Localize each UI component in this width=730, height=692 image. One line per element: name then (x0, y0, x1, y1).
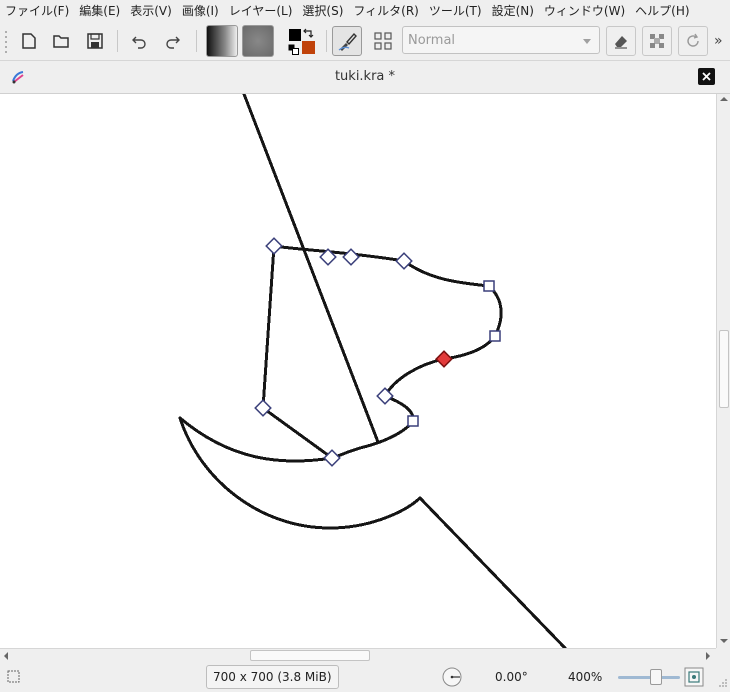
save-icon (87, 33, 103, 49)
eraser-mode-button[interactable] (606, 26, 636, 56)
pattern-selector[interactable] (242, 25, 274, 57)
vertical-scrollbar[interactable] (716, 94, 730, 648)
menu-edit[interactable]: 編集(E) (74, 0, 125, 22)
toolbar-grip-icon (5, 31, 7, 53)
open-document-button[interactable] (46, 26, 76, 56)
menu-tools[interactable]: ツール(T) (424, 0, 487, 22)
horizontal-scroll-thumb[interactable] (250, 650, 370, 661)
horizontal-scrollbar[interactable] (0, 648, 716, 662)
statusbar: 700 x 700 (3.8 MiB) 0.00° 400% (0, 662, 730, 692)
toolbar-separator (117, 30, 118, 52)
grid-settings-icon (374, 32, 392, 50)
toolbar-overflow-button[interactable]: » (714, 33, 723, 49)
path-node[interactable] (265, 237, 283, 255)
scroll-left-icon[interactable] (3, 652, 9, 660)
path-node-selected[interactable] (435, 350, 453, 368)
menu-help[interactable]: ヘルプ(H) (630, 0, 694, 22)
close-document-button[interactable] (698, 68, 715, 85)
brush-preset-button[interactable] (332, 26, 362, 56)
ink-stroke (402, 259, 491, 288)
path-node[interactable] (489, 330, 501, 342)
ink-stroke (442, 334, 497, 361)
reload-icon (687, 33, 699, 47)
save-button[interactable] (80, 26, 110, 56)
path-node[interactable] (342, 248, 360, 266)
background-color-swatch[interactable] (302, 41, 315, 54)
menu-image[interactable]: 画像(I) (177, 0, 224, 22)
gradient-selector[interactable] (206, 25, 238, 57)
alpha-checker-icon (650, 34, 664, 48)
resize-grip-icon[interactable] (718, 678, 728, 688)
path-node[interactable] (376, 387, 394, 405)
fit-to-view-icon[interactable] (684, 667, 704, 687)
foreground-color-swatch[interactable] (289, 29, 301, 41)
menu-layer[interactable]: レイヤー(L) (224, 0, 298, 22)
menu-select[interactable]: 選択(S) (297, 0, 348, 22)
drawing-canvas[interactable] (0, 94, 716, 648)
image-size-indicator[interactable]: 700 x 700 (3.8 MiB) (206, 665, 339, 689)
brush-icon (338, 32, 357, 51)
scroll-down-icon[interactable] (720, 638, 728, 644)
rotation-dial-icon[interactable] (440, 666, 464, 688)
blend-mode-select[interactable]: Normal (402, 26, 600, 54)
blend-mode-value: Normal (408, 33, 456, 48)
menubar: ファイル(F) 編集(E) 表示(V) 画像(I) レイヤー(L) 選択(S) … (0, 0, 730, 22)
redo-button[interactable] (158, 26, 188, 56)
color-selector[interactable] (286, 26, 318, 56)
open-folder-icon (53, 35, 69, 48)
redo-icon (166, 36, 180, 49)
undo-button[interactable] (124, 26, 154, 56)
zoom-slider-handle[interactable] (650, 669, 662, 685)
path-node[interactable] (407, 415, 419, 427)
path-node[interactable] (483, 280, 495, 292)
scroll-up-icon[interactable] (720, 96, 728, 102)
brush-settings-button[interactable] (368, 26, 398, 56)
document-title: tuki.kra * (334, 69, 396, 84)
swap-colors-icon[interactable] (302, 28, 314, 39)
ink-stroke (328, 496, 422, 530)
ink-stroke (272, 244, 406, 263)
document-titlebar: tuki.kra * (0, 61, 730, 94)
canvas-viewport[interactable] (0, 94, 716, 648)
eraser-icon (615, 36, 627, 49)
selection-mode-icon[interactable] (7, 670, 21, 684)
main-toolbar: Normal » (0, 22, 730, 61)
ink-stroke (261, 406, 334, 460)
close-icon (702, 72, 711, 81)
ink-stroke (383, 357, 446, 398)
toolbar-separator (326, 30, 327, 52)
menu-window[interactable]: ウィンドウ(W) (539, 0, 630, 22)
reload-preset-button[interactable] (678, 26, 708, 56)
preserve-alpha-button[interactable] (642, 26, 672, 56)
menu-view[interactable]: 表示(V) (125, 0, 177, 22)
ink-stroke (487, 284, 503, 338)
menu-filter[interactable]: フィルタ(R) (348, 0, 423, 22)
scroll-right-icon[interactable] (705, 652, 711, 660)
ink-stroke (178, 416, 334, 463)
menu-file[interactable]: ファイル(F) (0, 0, 74, 22)
undo-icon (132, 36, 146, 49)
ink-stroke (418, 496, 567, 648)
reset-colors-icon[interactable] (288, 44, 299, 55)
chevron-down-icon (583, 39, 591, 44)
rotation-value[interactable]: 0.00° (495, 666, 528, 688)
path-nodes (254, 237, 501, 467)
ink-stroke (261, 244, 276, 410)
zoom-slider[interactable] (618, 676, 680, 679)
vertical-scroll-thumb[interactable] (719, 330, 729, 408)
ink-strokes (178, 94, 567, 648)
ink-stroke (358, 419, 415, 450)
zoom-value[interactable]: 400% (568, 666, 602, 688)
new-document-icon (22, 33, 36, 49)
new-document-button[interactable] (14, 26, 44, 56)
toolbar-separator (196, 30, 197, 52)
menu-settings[interactable]: 設定(N) (487, 0, 539, 22)
